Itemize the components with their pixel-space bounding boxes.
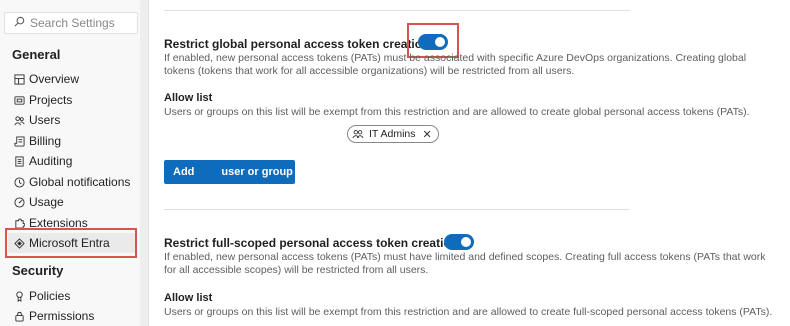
- divider: [164, 10, 630, 11]
- search-icon: [14, 14, 30, 32]
- search-input[interactable]: [30, 16, 130, 30]
- policy-title-full-scoped-pat: Restrict full-scoped personal access tok…: [164, 236, 459, 250]
- sidebar-item-global-notifications[interactable]: Global notifications: [8, 172, 136, 192]
- notifications-icon: [13, 176, 25, 188]
- sidebar-item-label: Permissions: [29, 309, 95, 323]
- divider: [164, 209, 630, 210]
- sidebar-item-projects[interactable]: Projects: [8, 90, 136, 110]
- sidebar-item-users[interactable]: Users: [8, 110, 136, 130]
- policy-description-global-pat: If enabled, new personal access tokens (…: [164, 52, 747, 77]
- billing-icon: [13, 135, 25, 147]
- projects-icon: [13, 94, 25, 106]
- sidebar-item-billing[interactable]: Billing: [8, 131, 136, 151]
- allow-list-description: Users or groups on this list will be exe…: [164, 106, 750, 118]
- section-title-security: Security: [12, 263, 64, 278]
- annotation-highlight-entra: [5, 228, 137, 258]
- sidebar-item-permissions[interactable]: Permissions: [8, 306, 136, 326]
- add-user-or-group-button[interactable]: Add user or group: [164, 160, 295, 184]
- sidebar-divider[interactable]: [140, 0, 149, 326]
- chip-label: IT Admins: [369, 128, 416, 140]
- group-icon: [352, 129, 369, 139]
- sidebar-item-label: Auditing: [29, 154, 73, 168]
- sidebar-item-usage[interactable]: Usage: [8, 192, 136, 212]
- policies-icon: [13, 290, 25, 302]
- usage-icon: [13, 196, 25, 208]
- policy-title-global-pat: Restrict global personal access token cr…: [164, 37, 430, 51]
- sidebar-item-label: Global notifications: [29, 175, 131, 189]
- add-button-label: Add: [173, 166, 195, 178]
- sidebar-item-auditing[interactable]: Auditing: [8, 151, 136, 171]
- settings-sidebar: General Overview Projects Users Billing …: [0, 0, 140, 326]
- toggle-knob: [461, 237, 471, 247]
- search-box[interactable]: [4, 12, 138, 34]
- overview-icon: [13, 73, 25, 85]
- policy-description-full-scoped-pat: If enabled, new personal access tokens (…: [164, 251, 766, 276]
- sidebar-item-label: Projects: [29, 93, 73, 107]
- section-title-general: General: [12, 47, 61, 62]
- sidebar-item-policies[interactable]: Policies: [8, 286, 136, 306]
- sidebar-item-label: Overview: [29, 72, 80, 86]
- sidebar-item-label: Usage: [29, 195, 64, 209]
- allow-list-label: Allow list: [164, 292, 213, 304]
- permissions-icon: [13, 310, 25, 322]
- allow-list-label: Allow list: [164, 92, 213, 104]
- sidebar-item-label: Billing: [29, 134, 62, 148]
- sidebar-item-label: Policies: [29, 289, 71, 303]
- add-button-suffix: user or group: [221, 166, 293, 178]
- toggle-full-scoped-pat[interactable]: [444, 234, 474, 250]
- remove-chip-icon[interactable]: ✕: [423, 128, 432, 141]
- sidebar-item-label: Users: [29, 113, 61, 127]
- auditing-icon: [13, 155, 25, 167]
- users-icon: [13, 114, 25, 126]
- allow-list-chip-it-admins: IT Admins ✕: [347, 125, 439, 143]
- sidebar-item-overview[interactable]: Overview: [8, 69, 136, 89]
- allow-list-description: Users or groups on this list will be exe…: [164, 306, 773, 318]
